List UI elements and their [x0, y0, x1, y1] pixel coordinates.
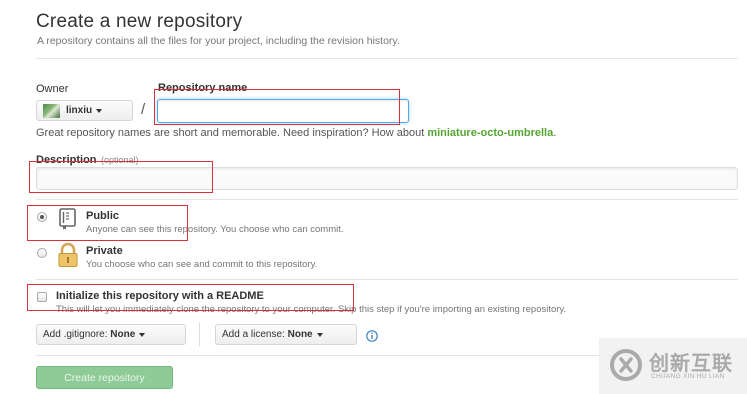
owner-name: linxiu [66, 105, 93, 116]
private-radio[interactable] [37, 248, 47, 258]
page-title: Create a new repository [36, 11, 243, 32]
info-icon[interactable] [366, 329, 378, 342]
gitignore-label: Add .gitignore: [43, 329, 108, 340]
brand-logo-icon [609, 348, 643, 382]
owner-label: Owner [36, 83, 69, 95]
license-label: Add a license: [222, 329, 285, 340]
divider [36, 199, 738, 200]
license-dropdown[interactable]: Add a license: None [215, 324, 357, 345]
lock-icon [56, 242, 80, 268]
gitignore-dropdown[interactable]: Add .gitignore: None [36, 324, 186, 345]
divider [36, 58, 738, 59]
hint-suffix: . [553, 127, 557, 139]
private-title: Private [86, 245, 123, 257]
name-suggestion-link[interactable]: miniature-octo-umbrella [427, 127, 553, 139]
annotation-box [154, 89, 400, 125]
private-desc: You choose who can see and commit to thi… [86, 259, 318, 270]
hint-text: Great repository names are short and mem… [36, 127, 428, 139]
chevron-down-icon [139, 332, 146, 337]
owner-repo-separator: / [141, 101, 146, 118]
watermark-text: 创新互联 [649, 353, 733, 375]
annotation-box [27, 205, 188, 241]
avatar [43, 103, 60, 118]
divider [199, 322, 200, 346]
page-subtitle: A repository contains all the files for … [37, 35, 400, 47]
watermark: 创新互联 CHUANG XIN HU LIAN [599, 338, 747, 394]
repo-name-hint: Great repository names are short and mem… [36, 127, 556, 139]
chevron-down-icon [316, 332, 323, 337]
chevron-down-icon [96, 108, 103, 113]
divider [36, 279, 738, 280]
annotation-box [27, 284, 354, 311]
create-repository-button[interactable]: Create repository [36, 366, 173, 389]
watermark-subtext: CHUANG XIN HU LIAN [651, 373, 725, 380]
license-value: None [287, 329, 313, 340]
gitignore-value: None [110, 329, 136, 340]
annotation-box [29, 161, 213, 193]
owner-dropdown[interactable]: linxiu [36, 100, 133, 121]
